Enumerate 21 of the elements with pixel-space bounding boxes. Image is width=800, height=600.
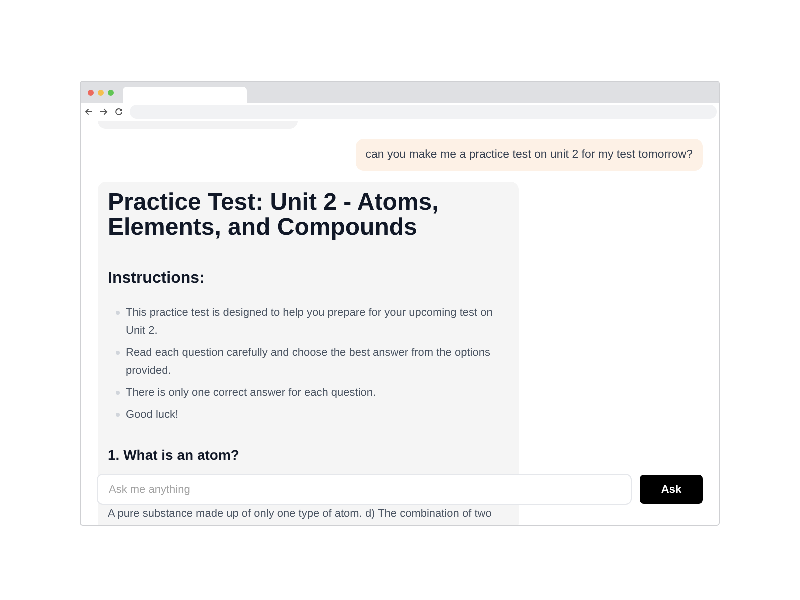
question-heading: 1. What is an atom? (108, 446, 240, 464)
user-message: can you make me a practice test on unit 2 for my test tomorrow? (356, 139, 703, 171)
close-window-icon[interactable] (88, 90, 94, 96)
instruction-item: Read each question carefully and choose the best answer from the options provided. (126, 346, 492, 379)
bullet-icon (116, 351, 120, 355)
bullet-icon (116, 413, 120, 417)
forward-arrow-icon[interactable] (100, 108, 108, 116)
minimize-window-icon[interactable] (98, 90, 104, 96)
test-title: Practice Test: Unit 2 - Atoms, Elements, and Compounds (108, 190, 440, 240)
reload-icon[interactable] (115, 108, 123, 116)
instruction-item: Good luck! (126, 408, 179, 423)
maximize-window-icon[interactable] (108, 90, 114, 96)
back-arrow-icon[interactable] (85, 108, 93, 116)
message-input[interactable]: Ask me anything (97, 474, 632, 505)
instruction-item: This practice test is designed to help you prepare for your upcoming test on Unit 2. (126, 306, 494, 339)
ask-button[interactable]: Ask (640, 475, 703, 504)
bullet-icon (116, 311, 120, 315)
answer-options-text: A pure substance made up of only one type of atom. d) The combination of two (108, 508, 493, 521)
instruction-item: There is only one correct answer for each question. (126, 386, 376, 401)
section-heading: Instructions: (108, 269, 206, 289)
bullet-icon (116, 391, 120, 395)
